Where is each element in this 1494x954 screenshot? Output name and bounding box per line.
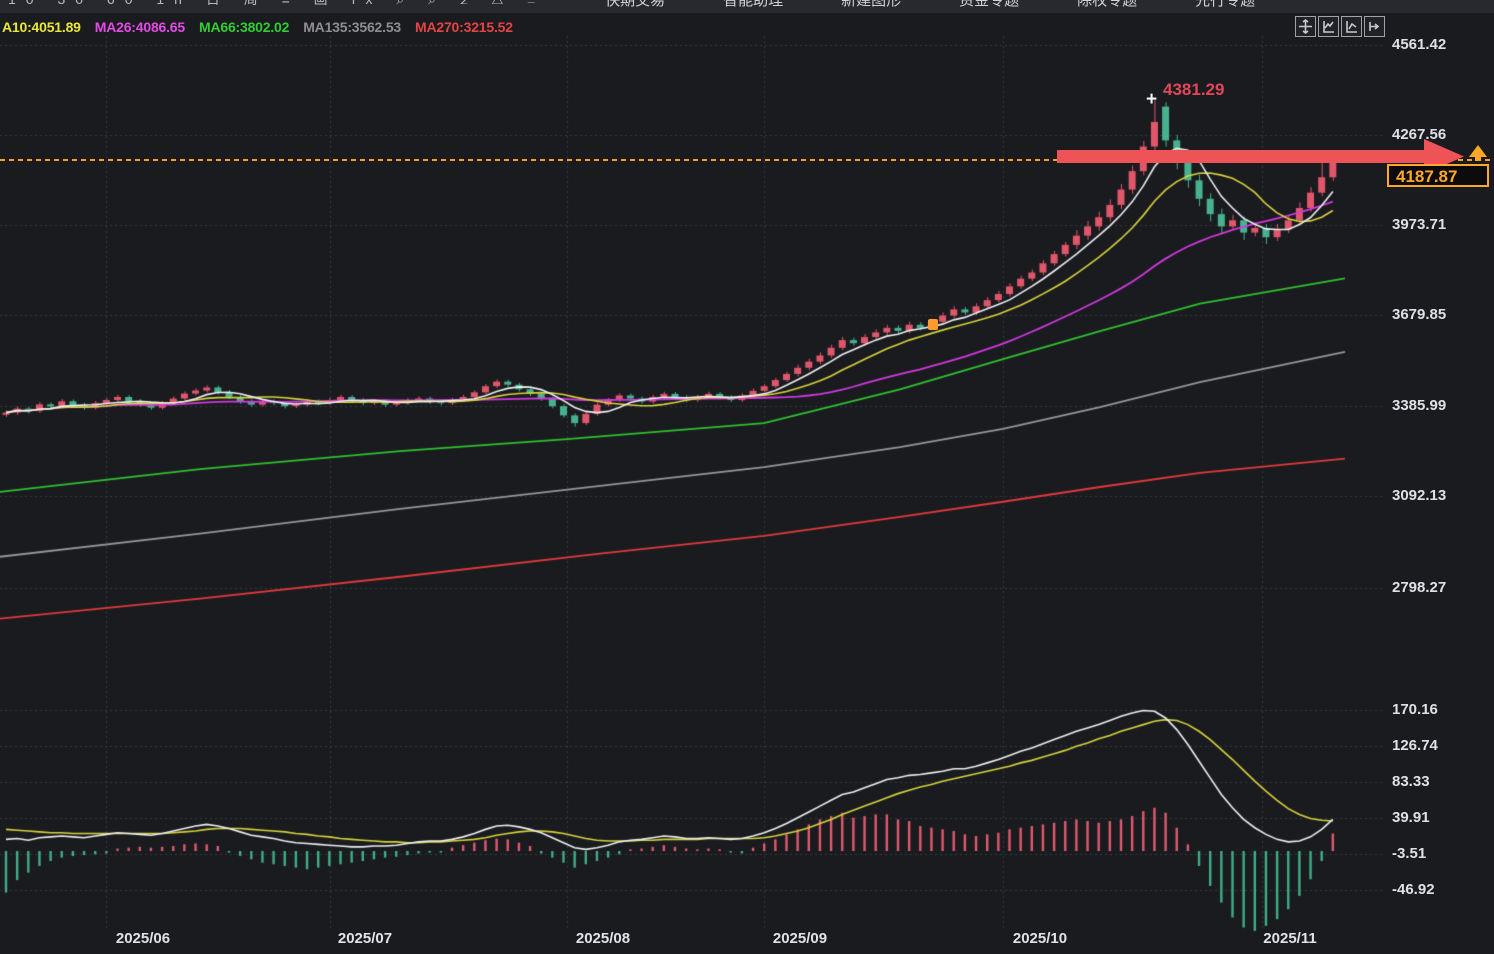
toolbar-menu: 快期交易 智能助理 新建图形 资金专题 除权专题 先行专题 bbox=[605, 0, 1255, 10]
price-axis-label: 3092.13 bbox=[1392, 487, 1492, 505]
menu-item-new-chart[interactable]: 新建图形 bbox=[841, 0, 901, 10]
ma26-value: MA26:4086.65 bbox=[95, 19, 185, 35]
price-axis-label: 3679.85 bbox=[1392, 306, 1492, 324]
price-axis-label: 4561.42 bbox=[1392, 36, 1492, 54]
menu-item-topic-3[interactable]: 先行专题 bbox=[1195, 0, 1255, 10]
indicator-axis-label: 170.16 bbox=[1392, 701, 1492, 719]
indicator-axis-label: 126.74 bbox=[1392, 737, 1492, 755]
indicator-axis-label: 83.33 bbox=[1392, 773, 1492, 791]
drawn-arrow-annotation[interactable] bbox=[0, 0, 1494, 954]
ma135-value: MA135:3562.53 bbox=[303, 19, 401, 35]
menu-item-quick-trade[interactable]: 快期交易 bbox=[605, 0, 665, 10]
peak-cross-marker: + bbox=[1146, 90, 1157, 109]
price-axis-label: 2798.27 bbox=[1392, 579, 1492, 597]
date-axis-label: 2025/10 bbox=[1000, 930, 1080, 947]
axis-left-icon bbox=[1321, 19, 1336, 34]
timeframe-and-tool-buttons[interactable]: 10 30 60 1h 日 周 ≡ 画 fx ⌕ ⌕ ∠ △ ≐ bbox=[8, 0, 545, 9]
indicator-axis-label: 39.91 bbox=[1392, 809, 1492, 827]
collapse-pane-button[interactable] bbox=[1364, 16, 1385, 37]
date-axis-label: 2025/09 bbox=[760, 930, 840, 947]
price-axis-label: 3385.99 bbox=[1392, 397, 1492, 415]
chart-application-window: 10 30 60 1h 日 周 ≡ 画 fx ⌕ ⌕ ∠ △ ≐ 快期交易 智能… bbox=[0, 0, 1494, 954]
date-axis-label: 2025/08 bbox=[563, 930, 643, 947]
current-price-tag: 4187.87 bbox=[1387, 164, 1489, 187]
date-axis-label: 2025/06 bbox=[103, 930, 183, 947]
indicator-axis-label: -3.51 bbox=[1392, 845, 1492, 863]
order-marker-icon bbox=[928, 319, 938, 330]
price-axis-label: 4267.56 bbox=[1392, 126, 1492, 144]
ma-legend: A10:4051.89 MA26:4086.65 MA66:3802.02 MA… bbox=[2, 19, 513, 35]
crosshair-icon bbox=[1298, 19, 1313, 34]
ma10-value: A10:4051.89 bbox=[2, 19, 81, 35]
date-axis-label: 2025/11 bbox=[1250, 930, 1330, 947]
ma66-value: MA66:3802.02 bbox=[199, 19, 289, 35]
menu-item-topic-2[interactable]: 除权专题 bbox=[1077, 0, 1137, 10]
axis-right-icon bbox=[1344, 19, 1359, 34]
indicator-axis-label: -46.92 bbox=[1392, 881, 1492, 899]
price-axis-label: 3973.71 bbox=[1392, 216, 1492, 234]
peak-price-label: 4381.29 bbox=[1163, 80, 1224, 100]
price-up-pointer-icon bbox=[1468, 145, 1488, 161]
y-axis-right-button[interactable] bbox=[1341, 16, 1362, 37]
top-toolbar: 10 30 60 1h 日 周 ≡ 画 fx ⌕ ⌕ ∠ △ ≐ 快期交易 智能… bbox=[0, 0, 1494, 14]
y-axis-left-button[interactable] bbox=[1318, 16, 1339, 37]
date-axis-label: 2025/07 bbox=[325, 930, 405, 947]
menu-item-assistant[interactable]: 智能助理 bbox=[723, 0, 783, 10]
ma270-value: MA270:3215.52 bbox=[415, 19, 513, 35]
menu-item-funds-topic[interactable]: 资金专题 bbox=[959, 0, 1019, 10]
collapse-right-icon bbox=[1367, 19, 1382, 34]
crosshair-button[interactable] bbox=[1295, 16, 1316, 37]
pane-control-buttons bbox=[1295, 16, 1385, 37]
